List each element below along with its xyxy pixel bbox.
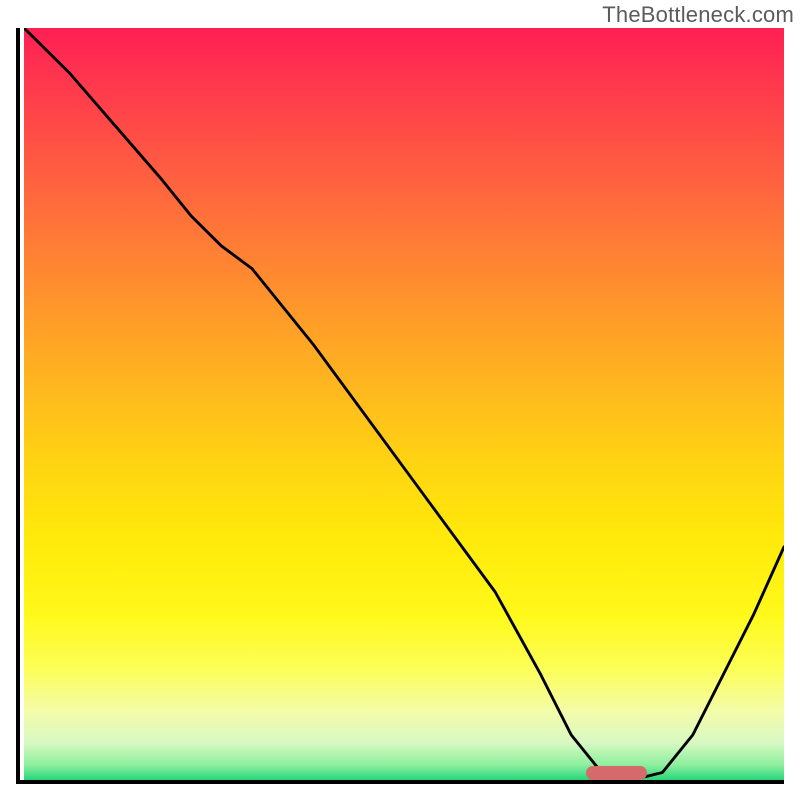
curve-svg [24,28,784,780]
watermark-text: TheBottleneck.com [602,2,794,28]
plot-frame [16,28,784,784]
bottleneck-curve [24,28,784,780]
optimum-marker [586,766,647,780]
chart-container: TheBottleneck.com [0,0,800,800]
plot-area [24,28,784,780]
